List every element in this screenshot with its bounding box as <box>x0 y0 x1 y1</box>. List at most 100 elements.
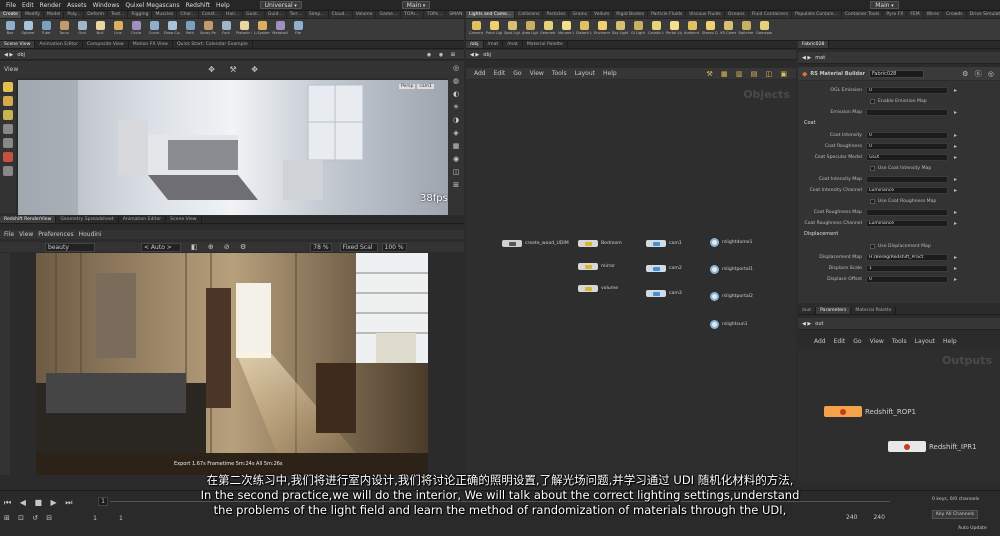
scale-select[interactable]: Fixed Scal <box>339 242 378 252</box>
shelf-right-tool-button[interactable]: Portal Light <box>666 21 682 35</box>
menu-edit[interactable]: Edit <box>22 2 34 9</box>
param-field[interactable]: 1 <box>866 264 948 272</box>
shelf-right-tab[interactable]: Lights and Came... <box>466 11 516 18</box>
checkbox[interactable] <box>870 243 875 249</box>
select-tool-icon[interactable] <box>3 82 13 92</box>
render-image[interactable]: Export 1.67s Frametime 5m:24s All 5m:26s <box>36 253 428 475</box>
shelf-left-tab[interactable]: Const... <box>199 11 224 18</box>
param-browse-icon[interactable]: ▸ <box>954 209 957 216</box>
shelf-right-tab[interactable]: Particles <box>543 11 570 18</box>
auto-select[interactable]: < Auto > <box>141 242 181 252</box>
tab-motion-fx[interactable]: Motion FX View <box>129 41 173 48</box>
shelf-left-tool-button[interactable]: Null <box>92 21 108 35</box>
shelf-right-tab[interactable]: Rigid Bodies <box>613 11 649 18</box>
obj-menu-go[interactable]: Go <box>513 70 521 77</box>
tab-geometry-spreadsheet[interactable]: Geometry Spreadsheet <box>56 216 119 223</box>
checkbox[interactable] <box>870 165 875 171</box>
out-menu-add[interactable]: Add <box>814 338 826 345</box>
shelf-left-tool-button[interactable]: Metaball <box>272 21 288 35</box>
rv-menu-houdini[interactable]: Houdini <box>79 231 102 238</box>
tab-composite-view[interactable]: Composite View <box>83 41 129 48</box>
desktop-dropdown[interactable]: Universal ▾ <box>259 1 302 9</box>
node-rslightportal1[interactable]: rslightportal1 <box>710 265 753 274</box>
shelf-right-tool-button[interactable]: Stereo Camera <box>702 21 718 35</box>
param-field[interactable] <box>866 208 948 216</box>
node-cam1[interactable]: cam1 <box>646 240 682 247</box>
param-field[interactable]: GGX <box>866 153 948 161</box>
rv-menu-preferences[interactable]: Preferences <box>38 231 73 238</box>
node-redshift-ipr1[interactable]: Redshift_IPR1 <box>888 441 977 452</box>
node-cam2[interactable]: cam2 <box>646 265 682 272</box>
shelf-right-tool-button[interactable]: Distant Light <box>576 21 592 35</box>
shelf-left-tab[interactable]: Create <box>0 11 22 18</box>
tab-scene-view[interactable]: Scene View <box>0 41 36 48</box>
param-field[interactable]: Luminance <box>866 219 948 227</box>
shelf-right-tool-button[interactable]: Ambient Light <box>684 21 700 35</box>
tab-material-palette-2[interactable]: Material Palette <box>851 307 897 314</box>
shelf-left-tab[interactable]: Modify <box>22 11 44 18</box>
move-tool-icon[interactable] <box>3 96 13 106</box>
obj-menu-add[interactable]: Add <box>474 70 486 77</box>
shelf-right-tab[interactable]: Oceans <box>725 11 749 18</box>
param-checkbox-row[interactable]: Use Displacement Map <box>798 241 1000 251</box>
menu-assets[interactable]: Assets <box>67 2 87 9</box>
param-browse-icon[interactable]: ▸ <box>954 276 957 283</box>
shelf-left-tab[interactable]: Guid... <box>243 11 265 18</box>
out-menu-tools[interactable]: Tools <box>892 338 907 345</box>
shelf-right-tab[interactable]: Wires <box>924 11 944 18</box>
node-rslightportal2[interactable]: rslightportal2 <box>710 292 753 301</box>
tab-fabric028[interactable]: Fabric028 <box>798 41 830 48</box>
shelf-right-tool-button[interactable]: Caustic Light <box>648 21 664 35</box>
lock-icon[interactable] <box>3 138 13 148</box>
zoom-select[interactable]: 78 % <box>310 242 332 252</box>
obj-path[interactable]: obj <box>483 52 491 58</box>
back-icon[interactable]: ◀ ▶ <box>4 52 13 58</box>
shelf-right-tool-button[interactable]: Geometry Light <box>540 21 556 35</box>
shelf-left-tab[interactable]: Simp... <box>306 11 329 18</box>
display-option-icons[interactable]: ◎ ◍ ◐ ☀ ◑ ◈ ▦ ◉ ◫ ⊞ <box>448 62 464 192</box>
shelf-right-tool-button[interactable]: VR Camera <box>720 21 736 35</box>
out-path[interactable]: out <box>815 321 823 327</box>
shelf-left-tool-button[interactable]: Path <box>182 21 198 35</box>
shelf-right-tab[interactable]: Populate Contain... <box>792 11 842 18</box>
shelf-left-tool-button[interactable]: Torus <box>56 21 72 35</box>
shelf-left-tab[interactable]: TOPs... <box>424 11 447 18</box>
node-name-field[interactable]: Fabric028 <box>868 69 924 78</box>
obj-menu-view[interactable]: View <box>530 70 544 77</box>
param-browse-icon[interactable]: ▸ <box>954 187 957 194</box>
param-field[interactable]: 0 <box>866 142 948 150</box>
out-menu-go[interactable]: Go <box>853 338 861 345</box>
shelf-right-tab[interactable]: Particle Fluids <box>648 11 687 18</box>
param-field[interactable]: 0 <box>866 275 948 283</box>
tab-quick-start[interactable]: Quick Start: Calendar Example <box>173 41 253 48</box>
shelf-right-tool-button[interactable]: Volume Light <box>558 21 574 35</box>
shelf-right-tool-button[interactable]: Sky Light <box>612 21 628 35</box>
param-field[interactable] <box>866 175 948 183</box>
param-checkbox-row[interactable]: Enable Emission Map <box>798 96 1000 106</box>
shelf-left-tool-button[interactable]: Box <box>2 21 18 35</box>
checkbox[interactable] <box>870 98 875 104</box>
tab-out[interactable]: /out <box>798 307 817 314</box>
shelf-left-tool-button[interactable]: Line <box>110 21 126 35</box>
shelf-left-tab[interactable]: Deform <box>84 11 108 18</box>
shelf-right-tab[interactable]: Collisions <box>515 11 544 18</box>
shelf-right-tab[interactable]: Container Tools <box>842 11 884 18</box>
shelf-left-tab[interactable]: SMAN <box>446 11 464 18</box>
out-menu-layout[interactable]: Layout <box>915 338 935 345</box>
shelf-left-tool-button[interactable]: Curve <box>146 21 162 35</box>
out-menu-help[interactable]: Help <box>943 338 957 345</box>
aov-select[interactable]: beauty <box>45 242 95 252</box>
cam-label[interactable]: cam1 <box>417 84 434 89</box>
shelf-right-tab[interactable]: Drive Simulation <box>967 11 1000 18</box>
shelf-left-tool-button[interactable]: Circle <box>128 21 144 35</box>
shelf-right-tool-button[interactable]: Spot Light <box>504 21 520 35</box>
node-rslightdome1[interactable]: rslightdome1 <box>710 238 752 247</box>
node-bedroom[interactable]: Bedroom <box>578 240 622 247</box>
param-browse-icon[interactable]: ▸ <box>954 132 957 139</box>
pose-tool-icon[interactable] <box>3 152 13 162</box>
shelf-right-tool-button[interactable]: GI Light <box>630 21 646 35</box>
out-menu-edit[interactable]: Edit <box>834 338 846 345</box>
tab-redshift-renderview[interactable]: Redshift RenderView <box>0 216 57 223</box>
params-gear-icon[interactable]: ⚙ ⓗ ◎ <box>962 69 996 79</box>
scene-dropdown[interactable]: Main ▾ <box>401 1 431 9</box>
